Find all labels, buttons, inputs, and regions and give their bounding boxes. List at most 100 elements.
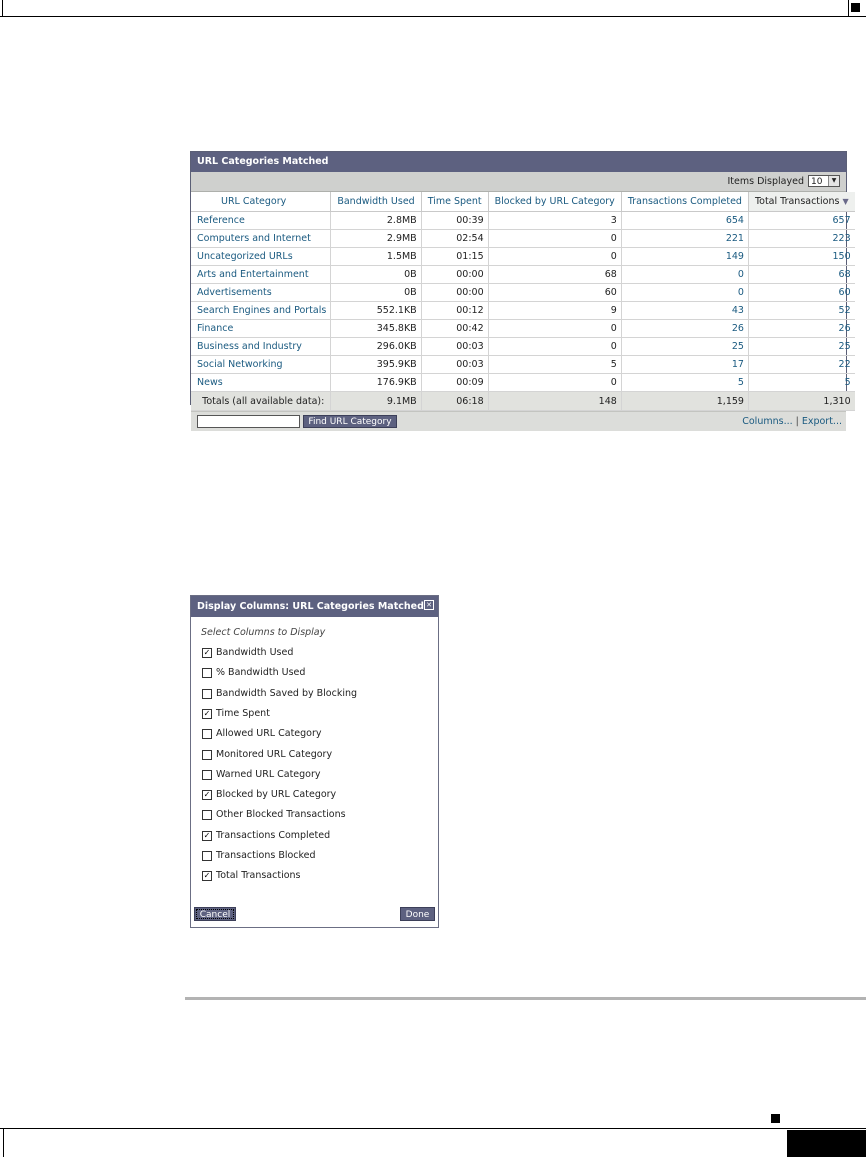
done-button[interactable]: Done [400, 907, 435, 921]
dialog-title-text: Display Columns: URL Categories Matched [197, 601, 424, 612]
transactions-completed-cell[interactable]: 26 [621, 319, 749, 338]
transactions-completed-cell[interactable]: 0 [621, 283, 749, 302]
totals-label-cell: Totals (all available data): [191, 391, 332, 411]
column-option[interactable]: Warned URL Category [202, 769, 321, 781]
transactions-completed-cell[interactable]: 17 [621, 355, 749, 374]
total-transactions-cell[interactable]: 60 [748, 283, 855, 302]
checkbox-checked[interactable]: ✓ [202, 790, 212, 801]
checkbox-unchecked[interactable] [202, 749, 212, 760]
url-category-link[interactable]: Advertisements [191, 283, 332, 302]
checkbox-checked[interactable]: ✓ [202, 648, 212, 658]
items-displayed-select[interactable]: 10 ▼ [808, 175, 840, 187]
total-transactions-cell[interactable]: 26 [748, 319, 855, 338]
transactions-completed-cell[interactable]: 5 [621, 373, 749, 392]
url-category-link[interactable]: Computers and Internet [191, 229, 332, 248]
column-option[interactable]: Other Blocked Transactions [202, 809, 346, 821]
url-category-link[interactable]: Reference [191, 211, 332, 230]
footer-links: Columns... | Export... [742, 416, 842, 427]
column-option[interactable]: ✓ Transactions Completed [202, 830, 330, 842]
column-header-time-spent[interactable]: Time Spent [421, 192, 489, 212]
transactions-completed-cell[interactable]: 25 [621, 337, 749, 356]
items-displayed-value: 10 [811, 177, 823, 187]
column-option[interactable]: ✓ Time Spent [202, 708, 270, 720]
column-option[interactable]: Bandwidth Saved by Blocking [202, 688, 357, 700]
column-option[interactable]: Monitored URL Category [202, 749, 332, 761]
items-displayed-label: Items Displayed [727, 176, 805, 187]
chevron-down-icon[interactable]: ▼ [828, 176, 839, 186]
top-corner-marker [851, 3, 860, 12]
total-transactions-cell[interactable]: 223 [748, 229, 855, 248]
bandwidth-cell: 296.0KB [330, 337, 422, 356]
checkbox-unchecked[interactable] [202, 668, 212, 679]
top-right-tick [848, 0, 849, 16]
total-transactions-cell[interactable]: 5 [748, 373, 855, 392]
transactions-completed-cell[interactable]: 0 [621, 265, 749, 284]
cancel-button[interactable]: Cancel [194, 907, 236, 921]
column-option-label: Total Transactions [216, 870, 301, 882]
transactions-completed-cell[interactable]: 149 [621, 247, 749, 266]
table-row: Arts and Entertainment 0B 00:00 68 0 68 [191, 265, 855, 284]
url-category-link[interactable]: Business and Industry [191, 337, 332, 356]
link-separator: | [795, 416, 799, 427]
time-spent-cell: 00:03 [421, 355, 489, 374]
column-option-label: Transactions Blocked [216, 850, 316, 861]
total-transactions-cell[interactable]: 52 [748, 301, 855, 320]
transactions-completed-cell[interactable]: 43 [621, 301, 749, 320]
time-spent-cell: 01:15 [421, 247, 489, 266]
bandwidth-cell: 552.1KB [330, 301, 422, 320]
checkbox-unchecked[interactable] [202, 729, 212, 740]
checkbox-unchecked[interactable] [202, 688, 212, 699]
column-option-label: Bandwidth Used [216, 647, 294, 658]
find-url-category-button[interactable]: Find URL Category [303, 415, 397, 428]
url-category-link[interactable]: Social Networking [191, 355, 332, 374]
column-option-label: Allowed URL Category [216, 728, 322, 740]
column-header-total-transactions[interactable]: Total Transactions ▼ [748, 192, 855, 212]
column-option[interactable]: Transactions Blocked [202, 850, 316, 862]
dialog-title: Display Columns: URL Categories Matched … [191, 596, 438, 617]
column-option[interactable]: Allowed URL Category [202, 728, 322, 740]
blocked-cell: 0 [488, 229, 622, 248]
checkbox-unchecked[interactable] [202, 769, 212, 780]
column-header-blocked[interactable]: Blocked by URL Category [488, 192, 622, 212]
column-header-bandwidth-used[interactable]: Bandwidth Used [330, 192, 422, 212]
blocked-cell: 68 [488, 265, 622, 284]
time-spent-cell: 00:42 [421, 319, 489, 338]
transactions-completed-cell[interactable]: 654 [621, 211, 749, 230]
total-transactions-cell[interactable]: 150 [748, 247, 855, 266]
transactions-completed-cell[interactable]: 221 [621, 229, 749, 248]
columns-link[interactable]: Columns... [742, 416, 792, 427]
bottom-rule [0, 1128, 866, 1129]
export-link[interactable]: Export... [802, 416, 842, 427]
blocked-cell: 0 [488, 247, 622, 266]
total-transactions-cell[interactable]: 22 [748, 355, 855, 374]
url-category-link[interactable]: Finance [191, 319, 332, 338]
top-rule [0, 16, 866, 17]
checkbox-checked[interactable]: ✓ [202, 830, 212, 841]
column-option[interactable]: ✓ Total Transactions [202, 870, 301, 882]
url-category-link[interactable]: News [191, 373, 332, 392]
blocked-cell: 9 [488, 301, 622, 320]
table-row: Reference 2.8MB 00:39 3 654 657 [191, 211, 855, 230]
column-option[interactable]: % Bandwidth Used [202, 667, 305, 679]
total-transactions-cell[interactable]: 68 [748, 265, 855, 284]
column-header-url-category[interactable]: URL Category [191, 192, 332, 212]
url-category-link[interactable]: Uncategorized URLs [191, 247, 332, 266]
bandwidth-cell: 1.5MB [330, 247, 422, 266]
checkbox-checked[interactable]: ✓ [202, 708, 212, 719]
totals-bandwidth-cell: 9.1MB [330, 391, 422, 411]
column-option[interactable]: ✓ Blocked by URL Category [202, 789, 336, 801]
time-spent-cell: 02:54 [421, 229, 489, 248]
total-transactions-cell[interactable]: 25 [748, 337, 855, 356]
total-transactions-cell[interactable]: 657 [748, 211, 855, 230]
checkbox-checked[interactable]: ✓ [202, 871, 212, 882]
column-option[interactable]: ✓ Bandwidth Used [202, 647, 293, 659]
checkbox-unchecked[interactable] [202, 810, 212, 821]
close-icon[interactable]: ✕ [424, 600, 434, 610]
column-header-transactions-completed[interactable]: Transactions Completed [621, 192, 749, 212]
url-category-link[interactable]: Search Engines and Portals [191, 301, 332, 320]
checkbox-unchecked[interactable] [202, 851, 212, 861]
url-categories-report-panel: URL Categories Matched Items Displayed 1… [190, 151, 855, 431]
url-category-link[interactable]: Arts and Entertainment [191, 265, 332, 284]
column-option-label: % Bandwidth Used [216, 667, 306, 679]
find-url-category-input[interactable] [197, 415, 300, 428]
